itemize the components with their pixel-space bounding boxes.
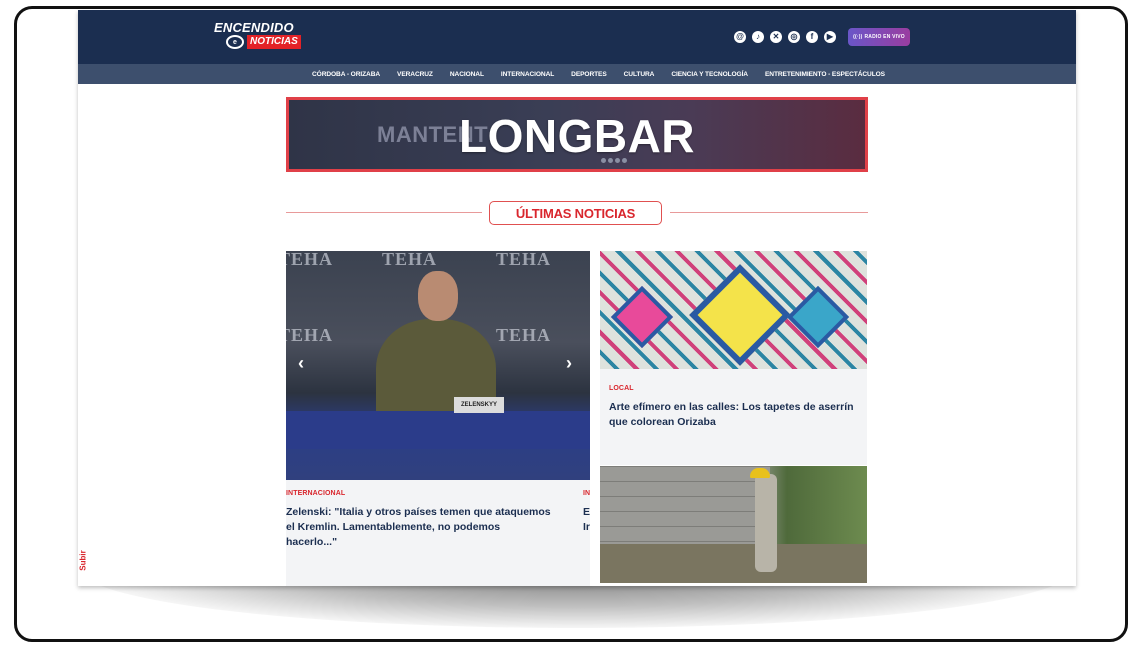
threads-icon[interactable]: @ — [734, 31, 746, 43]
website-screen: ENCENDIDO e NOTICIAS @ ♪ ✕ ◎ f ▶ ((·)) R… — [78, 10, 1076, 586]
nav-item-deportes[interactable]: DEPORTES — [571, 71, 607, 78]
nameplate: ZELENSKYY — [454, 397, 504, 413]
instagram-icon[interactable]: ◎ — [788, 31, 800, 43]
next-slide-title-line: E — [583, 506, 591, 518]
logo-row: e NOTICIAS — [214, 35, 301, 49]
logo-subtitle: NOTICIAS — [247, 35, 301, 49]
main-nav: CÓRDOBA - ORIZABA VERACRUZ NACIONAL INTE… — [78, 64, 1076, 84]
card-image-worker[interactable] — [600, 466, 867, 583]
site-header: ENCENDIDO e NOTICIAS @ ♪ ✕ ◎ f ▶ ((·)) R… — [78, 10, 1076, 64]
section-divider-left — [286, 212, 482, 213]
news-card[interactable]: LOCAL Arte efímero en las calles: Los ta… — [600, 369, 867, 465]
nav-item-veracruz[interactable]: VERACRUZ — [397, 71, 433, 78]
nav-item-internacional[interactable]: INTERNACIONAL — [501, 71, 554, 78]
backdrop-text: TEHA — [496, 325, 552, 345]
carousel-next-icon[interactable]: › — [566, 353, 572, 374]
card-category[interactable]: LOCAL — [609, 385, 634, 392]
nav-item-cultura[interactable]: CULTURA — [624, 71, 655, 78]
site-logo[interactable]: ENCENDIDO e NOTICIAS — [214, 21, 301, 49]
nav-item-ciencia-tecnologia[interactable]: CIENCIA Y TECNOLOGÍA — [671, 71, 748, 78]
x-icon[interactable]: ✕ — [770, 31, 782, 43]
section-divider-right — [670, 212, 868, 213]
card-title[interactable]: Arte efímero en las calles: Los tapetes … — [609, 400, 859, 430]
main-story-card[interactable]: INTERNACIONAL Zelenski: "Italia y otros … — [286, 480, 590, 586]
main-story-category[interactable]: INTERNACIONAL — [286, 490, 345, 497]
nav-list: CÓRDOBA - ORIZABA VERACRUZ NACIONAL INTE… — [312, 64, 885, 84]
radio-icon: ((·)) — [853, 34, 863, 40]
backdrop-text: TEHA — [496, 251, 552, 269]
next-slide-title-line: Ir — [583, 521, 591, 533]
nav-item-entretenimiento[interactable]: ENTRETENIMIENTO - ESPECTÁCULOS — [765, 71, 885, 78]
backdrop-text: TEHA — [286, 251, 334, 269]
ad-banner[interactable]: MANTENT LONGBAR — [286, 97, 868, 172]
back-to-top-link[interactable]: Subir — [79, 550, 88, 570]
broadcast-icon: e — [226, 35, 244, 49]
radio-live-button[interactable]: ((·)) RADIO EN VIVO — [848, 28, 910, 46]
section-title: ÚLTIMAS NOTICIAS — [489, 201, 662, 225]
main-story-title[interactable]: Zelenski: "Italia y otros países temen q… — [286, 505, 552, 550]
nav-item-nacional[interactable]: NACIONAL — [450, 71, 484, 78]
card-image-carpet[interactable] — [600, 251, 867, 369]
next-slide-category: IN — [583, 490, 591, 497]
social-links: @ ♪ ✕ ◎ f ▶ — [734, 31, 836, 43]
backdrop-text: TEHA — [286, 325, 334, 345]
next-slide-title: E Ir — [583, 505, 590, 535]
carousel-prev-icon[interactable]: ‹ — [298, 353, 304, 374]
main-story-image[interactable]: TEHA TEHA TEHA TEHA TEHA TEHA TEHA ZELEN… — [286, 251, 590, 480]
facebook-icon[interactable]: f — [806, 31, 818, 43]
backdrop-text: TEHA — [382, 251, 438, 269]
nav-item-cordoba-orizaba[interactable]: CÓRDOBA - ORIZABA — [312, 71, 380, 78]
banner-label: LONGBAR — [458, 110, 696, 162]
conference-table — [286, 411, 590, 449]
tiktok-icon[interactable]: ♪ — [752, 31, 764, 43]
youtube-icon[interactable]: ▶ — [824, 31, 836, 43]
logo-title: ENCENDIDO — [214, 20, 294, 35]
radio-label: RADIO EN VIVO — [864, 34, 905, 40]
